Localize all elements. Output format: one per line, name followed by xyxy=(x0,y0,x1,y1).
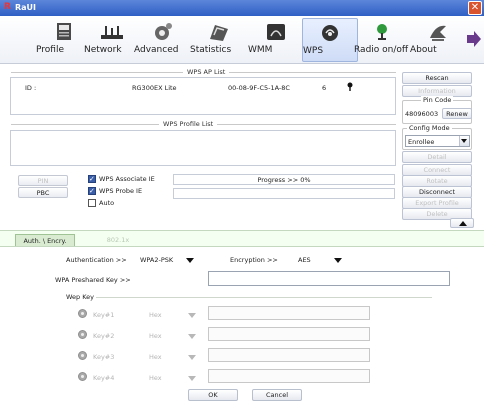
network-icon xyxy=(100,22,124,42)
wps-profile-list-title: WPS Profile List xyxy=(159,120,218,128)
key4-type[interactable]: Hex xyxy=(149,374,162,382)
scrollbar[interactable] xyxy=(473,65,481,230)
radio-icon xyxy=(370,22,394,42)
pin-button[interactable]: PIN xyxy=(18,175,68,186)
detail-button[interactable]: Detail xyxy=(402,151,472,163)
tab-radio-label: Radio on/off xyxy=(354,45,409,55)
gear-icon xyxy=(150,22,174,42)
encryption-value[interactable]: AES xyxy=(298,256,311,264)
wpa-preshared-key-input[interactable] xyxy=(208,271,450,286)
key1-label: Key#1 xyxy=(93,311,115,319)
collapse-button[interactable] xyxy=(450,218,474,228)
key1-input[interactable] xyxy=(208,306,370,320)
ap-id-label: ID : xyxy=(25,84,37,92)
renew-button[interactable]: Renew xyxy=(442,108,472,119)
tab-wmm[interactable]: WMM xyxy=(248,18,304,62)
cancel-button[interactable]: Cancel xyxy=(252,389,302,401)
config-mode-label: Config Mode xyxy=(407,124,452,132)
progress-label: Progress >> 0% xyxy=(257,176,311,184)
arrow-right-icon[interactable] xyxy=(466,30,482,50)
tab-wps[interactable]: WPS xyxy=(302,18,358,62)
tab-statistics[interactable]: Statistics xyxy=(190,18,246,62)
key2-dropdown-icon[interactable] xyxy=(188,334,196,339)
wpa-preshared-key-label: WPA Preshared Key >> xyxy=(55,276,131,284)
tab-about-label: About xyxy=(410,45,437,55)
wep-key-label: Wep Key xyxy=(66,293,95,301)
encryption-label: Encryption >> xyxy=(230,256,278,264)
app-logo-icon: R xyxy=(4,2,11,12)
key3-radio[interactable] xyxy=(78,351,87,360)
key4-dropdown-icon[interactable] xyxy=(188,376,196,381)
authentication-dropdown-icon[interactable] xyxy=(186,258,194,263)
key2-type[interactable]: Hex xyxy=(149,332,162,340)
wps-profile-list[interactable] xyxy=(10,130,396,166)
tab-radio-on-off[interactable]: Radio on/off xyxy=(354,18,410,62)
key3-input[interactable] xyxy=(208,348,370,362)
profile-icon xyxy=(52,22,76,42)
pin-code-value: 48096003 xyxy=(405,110,439,118)
pbc-button[interactable]: PBC xyxy=(18,187,68,198)
wps-ap-list-title: WPS AP List xyxy=(183,68,230,76)
key3-label: Key#3 xyxy=(93,353,115,361)
rescan-button[interactable]: Rescan xyxy=(402,72,472,84)
tab-statistics-label: Statistics xyxy=(190,45,232,55)
key2-label: Key#2 xyxy=(93,332,115,340)
tab-about[interactable]: About xyxy=(410,18,466,62)
lock-icon xyxy=(347,82,353,94)
key1-dropdown-icon[interactable] xyxy=(188,313,196,318)
tab-advanced[interactable]: Advanced xyxy=(134,18,190,62)
status-box xyxy=(173,188,395,199)
wmm-icon xyxy=(264,22,288,42)
tab-wmm-label: WMM xyxy=(248,45,273,55)
key2-radio[interactable] xyxy=(78,330,87,339)
title-bar: R RaUI ✕ xyxy=(0,0,484,16)
auto-label: Auto xyxy=(99,199,115,207)
chevron-down-icon[interactable] xyxy=(459,136,469,146)
tab-network-label: Network xyxy=(84,45,122,55)
tab-profile-label: Profile xyxy=(36,45,64,55)
pin-code-group: Pin Code 48096003 Renew xyxy=(402,96,472,124)
ap-name: RG300EX Lite xyxy=(132,84,177,92)
chevron-up-icon xyxy=(459,221,467,226)
toolbar: Profile Network Advanced Statistics WMM … xyxy=(0,16,484,64)
authentication-value[interactable]: WPA2-PSK xyxy=(140,256,173,264)
wps-probe-ie-checkbox[interactable] xyxy=(88,187,96,195)
wps-icon xyxy=(318,23,342,43)
config-mode-group: Config Mode Enrollee xyxy=(402,124,472,150)
key3-type[interactable]: Hex xyxy=(149,353,162,361)
about-icon xyxy=(426,22,450,42)
key1-radio[interactable] xyxy=(78,309,87,318)
tab-advanced-label: Advanced xyxy=(134,45,179,55)
close-icon[interactable]: ✕ xyxy=(468,1,482,15)
authentication-label: Authentication >> xyxy=(66,256,127,264)
ap-mac: 00-08-9F-C5-1A-8C xyxy=(228,84,290,92)
wps-associate-ie-label: WPS Associate IE xyxy=(99,175,155,183)
wep-key-divider xyxy=(96,297,432,298)
tab-network[interactable]: Network xyxy=(84,18,140,62)
ok-button[interactable]: OK xyxy=(188,389,238,401)
wps-ap-list[interactable]: ID : RG300EX Lite 00-08-9F-C5-1A-8C 6 xyxy=(10,77,396,115)
statistics-icon xyxy=(206,22,230,42)
key4-label: Key#4 xyxy=(93,374,115,382)
key2-input[interactable] xyxy=(208,327,370,341)
key4-radio[interactable] xyxy=(78,372,87,381)
pin-code-label: Pin Code xyxy=(421,96,454,104)
key1-type[interactable]: Hex xyxy=(149,311,162,319)
auto-checkbox[interactable] xyxy=(88,199,96,207)
tab-wps-label: WPS xyxy=(303,46,324,56)
ap-channel: 6 xyxy=(322,84,327,92)
key4-input[interactable] xyxy=(208,369,370,383)
wps-probe-ie-label: WPS Probe IE xyxy=(99,187,143,195)
wps-associate-ie-checkbox[interactable] xyxy=(88,175,96,183)
config-mode-select[interactable]: Enrollee xyxy=(405,135,470,147)
key3-dropdown-icon[interactable] xyxy=(188,355,196,360)
progress-bar: Progress >> 0% xyxy=(173,174,395,185)
encryption-dropdown-icon[interactable] xyxy=(334,258,342,263)
config-mode-value: Enrollee xyxy=(408,138,435,146)
window-title: RaUI xyxy=(15,3,37,12)
